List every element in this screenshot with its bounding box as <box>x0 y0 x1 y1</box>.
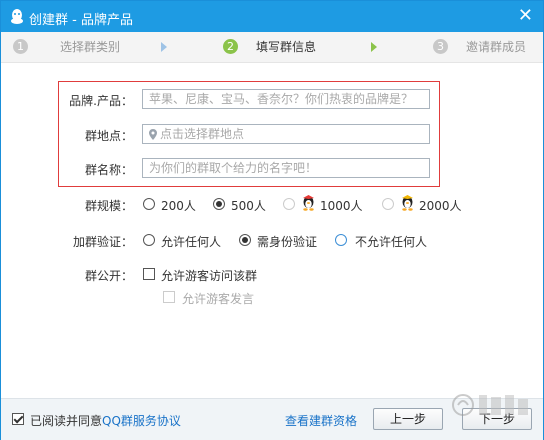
close-icon[interactable]: ✕ <box>518 6 533 26</box>
prev-step-button[interactable]: 上一步 <box>373 408 443 430</box>
service-agreement-link[interactable]: QQ群服务协议 <box>102 414 181 428</box>
step-arrow-icon <box>371 42 377 52</box>
scale-1000-label[interactable]: 1000人 <box>320 197 363 214</box>
window-title: 创建群 - 品牌产品 <box>29 13 133 28</box>
scale-500-label[interactable]: 500人 <box>231 197 266 214</box>
verify-anyone-radio[interactable] <box>143 234 155 246</box>
watermark-logo <box>452 394 528 416</box>
visitor-access-checkbox[interactable] <box>143 268 155 280</box>
verify-identity-radio[interactable] <box>239 234 251 246</box>
verify-label: 加群验证： <box>72 235 133 249</box>
brand-placeholder: 苹果、尼康、宝马、香奈尔？你们热衷的品牌是？ <box>149 92 414 106</box>
group-name-input[interactable]: 为你们的群取个给力的名字吧！ <box>142 158 430 178</box>
verify-identity-label[interactable]: 需身份验证 <box>257 233 317 250</box>
verify-nobody-label[interactable]: 不允许任何人 <box>355 233 427 250</box>
scale-1000-radio[interactable] <box>283 198 295 210</box>
public-label: 群公开： <box>84 269 133 283</box>
verify-nobody-radio[interactable] <box>335 234 347 246</box>
step-label: 选择群类别 <box>60 40 121 54</box>
step-number: 1 <box>13 39 28 54</box>
step-number: 2 <box>223 39 238 54</box>
scale-200-radio[interactable] <box>143 198 155 210</box>
brand-input[interactable]: 苹果、尼康、宝马、香奈尔？你们热衷的品牌是？ <box>142 89 430 109</box>
step-label: 填写群信息 <box>256 40 317 54</box>
group-name-placeholder: 为你们的群取个给力的名字吧！ <box>149 161 318 175</box>
scale-2000-radio[interactable] <box>382 198 394 210</box>
verify-anyone-label[interactable]: 允许任何人 <box>161 233 221 250</box>
qq-penguin-icon <box>11 9 23 24</box>
create-group-window: 创建群 - 品牌产品 ✕ 1 选择群类别 2 填写群信息 3 邀请群成员 品牌.… <box>0 0 544 440</box>
vip-penguin-red-icon <box>303 195 314 211</box>
location-label: 群地点： <box>84 129 133 143</box>
agree-text: 已阅读并同意QQ群服务协议 <box>30 412 181 429</box>
step-progress-bar: 1 选择群类别 2 填写群信息 3 邀请群成员 <box>1 32 543 63</box>
step-select-category: 1 选择群类别 <box>13 38 120 55</box>
location-picker[interactable]: 点击选择群地点 <box>142 124 430 144</box>
location-placeholder: 点击选择群地点 <box>160 127 245 141</box>
visitor-access-label[interactable]: 允许游客访问该群 <box>161 267 257 284</box>
visitor-speak-checkbox[interactable] <box>163 291 175 303</box>
group-name-label: 群名称： <box>84 163 133 177</box>
step-arrow-icon <box>161 42 167 52</box>
step-fill-info: 2 填写群信息 <box>223 38 316 55</box>
agree-checkbox[interactable] <box>12 413 24 425</box>
agree-prefix: 已阅读并同意 <box>30 414 103 428</box>
title-bar: 创建群 - 品牌产品 ✕ <box>1 1 543 32</box>
visitor-speak-label: 允许游客发言 <box>182 292 255 306</box>
step-invite-members: 3 邀请群成员 <box>433 38 526 55</box>
scale-label: 群规模： <box>84 199 133 213</box>
brand-label: 品牌.产品： <box>69 94 133 108</box>
vip-penguin-yellow-icon <box>402 195 413 211</box>
map-pin-icon <box>149 129 157 140</box>
step-label: 邀请群成员 <box>466 40 527 54</box>
scale-2000-label[interactable]: 2000人 <box>419 197 462 214</box>
scale-200-label[interactable]: 200人 <box>161 197 196 214</box>
scale-500-radio[interactable] <box>213 198 225 210</box>
step-number: 3 <box>433 39 448 54</box>
qualification-link[interactable]: 查看建群资格 <box>285 412 357 429</box>
